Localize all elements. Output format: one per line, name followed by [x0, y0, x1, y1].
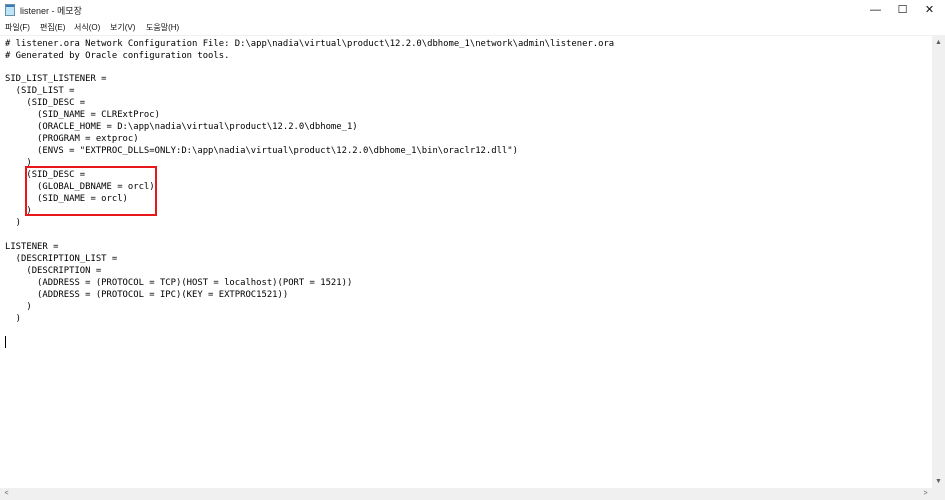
window-title: listener - 메모장	[20, 6, 82, 16]
text-caret	[5, 336, 6, 348]
editor-line: (DESCRIPTION =	[5, 266, 102, 276]
scrollbar-corner	[932, 488, 945, 500]
menu-edit[interactable]: 편집(E)	[40, 22, 65, 33]
scroll-left-arrow-icon[interactable]: <	[0, 488, 13, 500]
vertical-scrollbar[interactable]: ▲ ▼	[932, 36, 945, 488]
menu-format[interactable]: 서식(O)	[74, 22, 100, 33]
menu-view[interactable]: 보기(V)	[110, 22, 135, 33]
editor-line: (ORACLE_HOME = D:\app\nadia\virtual\prod…	[5, 122, 358, 132]
editor-line: (DESCRIPTION_LIST =	[5, 254, 118, 264]
editor-line: (SID_DESC =	[5, 98, 86, 108]
menu-help[interactable]: 도움말(H)	[146, 22, 179, 33]
scroll-up-arrow-icon[interactable]: ▲	[932, 36, 945, 49]
editor-line: )	[5, 302, 32, 312]
horizontal-scrollbar[interactable]: < >	[0, 488, 932, 500]
notepad-icon	[5, 4, 15, 16]
editor-line: LISTENER =	[5, 242, 59, 252]
title-bar: listener - 메모장 — ☐ ✕	[0, 0, 945, 20]
editor-line: (ADDRESS = (PROTOCOL = TCP)(HOST = local…	[5, 278, 353, 288]
menu-bar: 파일(F) 편집(E) 서식(O) 보기(V) 도움말(H)	[0, 20, 945, 35]
scroll-down-arrow-icon[interactable]: ▼	[932, 475, 945, 488]
editor-line: # Generated by Oracle configuration tool…	[5, 51, 230, 61]
editor-line: )	[5, 314, 22, 324]
editor-line: (ADDRESS = (PROTOCOL = IPC)(KEY = EXTPRO…	[5, 290, 289, 300]
menu-file[interactable]: 파일(F)	[5, 22, 30, 33]
text-editor[interactable]: # listener.ora Network Configuration Fil…	[0, 36, 932, 488]
editor-line: (PROGRAM = extproc)	[5, 134, 139, 144]
sid-desc-highlight-box	[25, 166, 157, 216]
scroll-right-arrow-icon[interactable]: >	[919, 488, 932, 500]
editor-line: (ENVS = "EXTPROC_DLLS=ONLY:D:\app\nadia\…	[5, 146, 518, 156]
editor-line: (SID_NAME = CLRExtProc)	[5, 110, 160, 120]
editor-line: (SID_LIST =	[5, 86, 75, 96]
close-button[interactable]: ✕	[914, 0, 945, 20]
editor-line: SID_LIST_LISTENER =	[5, 74, 107, 84]
editor-line: )	[5, 218, 22, 228]
editor-line: # listener.ora Network Configuration Fil…	[5, 39, 615, 49]
